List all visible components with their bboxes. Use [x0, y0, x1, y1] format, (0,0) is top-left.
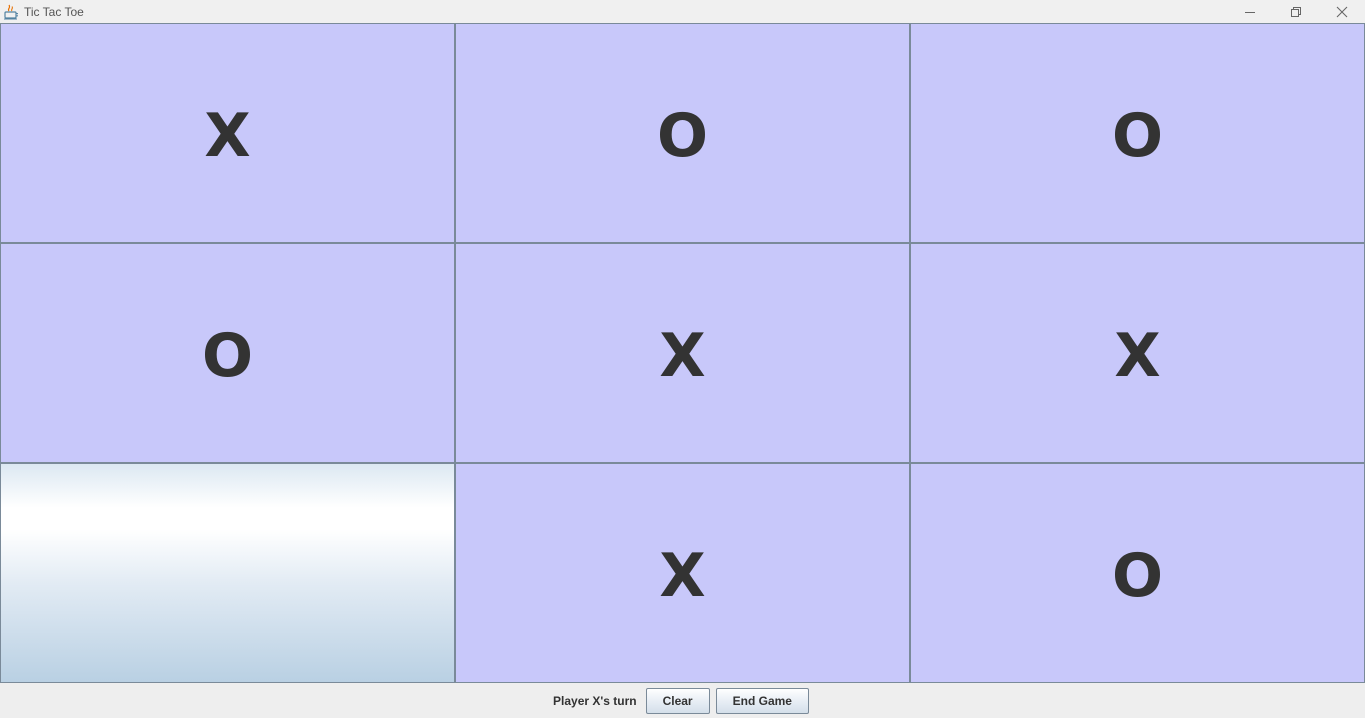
- board-cell-2[interactable]: O: [910, 23, 1365, 243]
- cell-mark: O: [656, 100, 708, 171]
- cell-mark: X: [1114, 320, 1161, 391]
- window-controls: [1227, 0, 1365, 23]
- turn-status-label: Player X's turn: [553, 693, 637, 708]
- board-cell-5[interactable]: X: [910, 243, 1365, 463]
- board-cell-7[interactable]: X: [455, 463, 910, 683]
- cell-mark: O: [1111, 100, 1163, 171]
- clear-button[interactable]: Clear: [645, 687, 710, 714]
- title-bar[interactable]: Tic Tac Toe: [0, 0, 1365, 23]
- java-icon: [3, 4, 19, 20]
- restore-icon[interactable]: [1273, 0, 1319, 23]
- cell-mark: X: [659, 540, 706, 611]
- cell-mark: X: [204, 100, 251, 171]
- end-game-button[interactable]: End Game: [715, 687, 809, 714]
- cell-mark: O: [1111, 540, 1163, 611]
- board-cell-3[interactable]: O: [0, 243, 455, 463]
- close-icon[interactable]: [1319, 0, 1365, 23]
- minimize-icon[interactable]: [1227, 0, 1273, 23]
- board-cell-1[interactable]: O: [455, 23, 910, 243]
- app-window: Tic Tac Toe X O O O X X X O Player X's t…: [0, 0, 1365, 718]
- board-cell-0[interactable]: X: [0, 23, 455, 243]
- board-cell-8[interactable]: O: [910, 463, 1365, 683]
- cell-mark: O: [201, 320, 253, 391]
- status-bar: Player X's turn Clear End Game: [0, 683, 1365, 718]
- board-cell-4[interactable]: X: [455, 243, 910, 463]
- cell-mark: X: [659, 320, 706, 391]
- board-cell-6[interactable]: [0, 463, 455, 683]
- game-board: X O O O X X X O: [0, 23, 1365, 683]
- window-title: Tic Tac Toe: [24, 4, 84, 19]
